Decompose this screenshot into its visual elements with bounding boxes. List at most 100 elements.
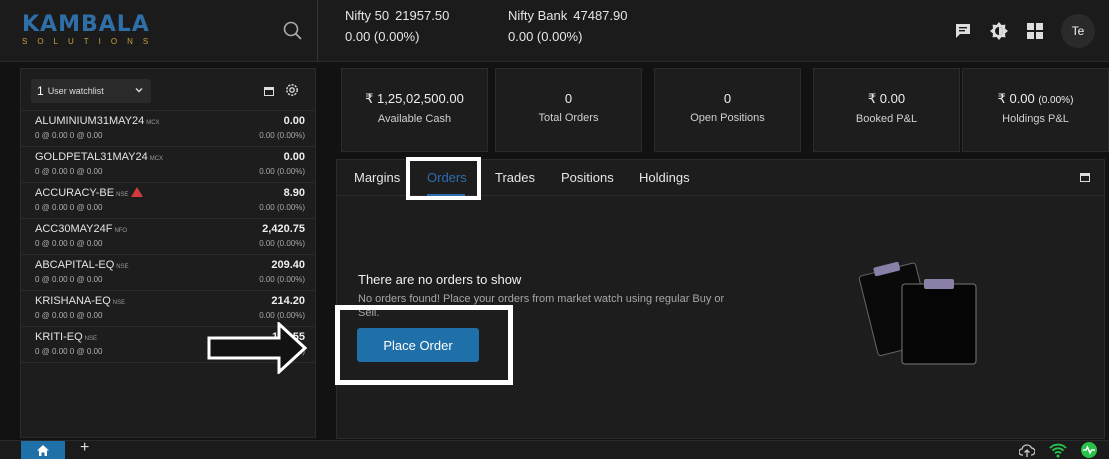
last-price: 8.90 (283, 187, 305, 199)
bid-ask: 0 @ 0.00 0 @ 0.00 (35, 203, 103, 212)
card-value: ₹ 0.00 (867, 91, 906, 106)
exchange-tag: MCX (146, 120, 160, 126)
price-change: 0.00 (0.00%) (259, 275, 305, 284)
watchlist-panel: 1 User watchlist ALUMINIUM31MAY24 MCX 0 @ … (20, 68, 316, 438)
settings-gear-icon[interactable] (284, 82, 300, 103)
apps-grid-icon[interactable] (1025, 21, 1045, 41)
exchange-tag: MCX (149, 156, 164, 162)
instrument-symbol: ABCAPITAL-EQ NSE (35, 259, 129, 271)
card-value: 0 (564, 91, 573, 106)
instrument-symbol: KRITI-EQ NSE (35, 331, 97, 343)
symbol-name: KRITI-EQ (35, 331, 83, 343)
tab-holdings[interactable]: Holdings (639, 170, 690, 185)
symbol-name: ABCAPITAL-EQ (35, 259, 115, 271)
last-price: 0.00 (283, 115, 305, 127)
exchange-tag: NSE (112, 300, 126, 306)
symbol-name: ACC30MAY24F (35, 223, 113, 235)
ticker-nifty-50[interactable]: Nifty 50 21957.50 0.00 (0.00%) (345, 8, 449, 44)
instrument-symbol: ALUMINIUM31MAY24 MCX (35, 115, 160, 127)
last-price: 2,420.75 (262, 223, 305, 235)
price-change: 0.00 (0.00%) (259, 311, 305, 320)
maximize-icon[interactable] (1080, 173, 1090, 182)
card-holdings-pnl: ₹ 0.00 (0.00%) Holdings P&L (962, 68, 1109, 152)
wifi-icon (1049, 443, 1067, 458)
card-caption: Total Orders (538, 112, 599, 124)
watchlist-row[interactable]: ACCURACY-BE NSE 0 @ 0.00 0 @ 0.00 8.90 0.00 … (21, 183, 315, 219)
brand-tagline: SOLUTIONS (22, 37, 159, 46)
tab-trades[interactable]: Trades (495, 170, 535, 185)
price-change: 0.00 (0.00%) (259, 167, 305, 176)
watchlist-row[interactable]: ALUMINIUM31MAY24 MCX 0 @ 0.00 0 @ 0.00 0.00… (21, 111, 315, 147)
instrument-symbol: ACCURACY-BE NSE (35, 187, 144, 199)
card-caption: Available Cash (377, 113, 452, 125)
last-price: 214.20 (271, 295, 305, 307)
clipboard-illustration-icon (850, 256, 980, 371)
watchlist-row[interactable]: GOLDPETAL31MAY24 MCX 0 @ 0.00 0 @ 0.00 0.00… (21, 147, 315, 183)
empty-state-title: There are no orders to show (358, 272, 522, 287)
tab-margins[interactable]: Margins (354, 170, 400, 185)
bid-ask: 0 @ 0.00 0 @ 0.00 (35, 311, 103, 320)
ticker-nifty-bank[interactable]: Nifty Bank 47487.90 0.00 (0.00%) (508, 8, 627, 44)
orders-panel: Margins Orders Trades Positions Holdings… (336, 159, 1105, 439)
ticker-name: Nifty Bank (508, 8, 568, 23)
highlight-place-order (335, 305, 513, 385)
ticker-change: 0.00 (0.00%) (508, 29, 583, 44)
bid-ask: 0 @ 0.00 0 @ 0.00 (35, 239, 103, 248)
watchlist-number: 1 (37, 84, 44, 98)
card-value: ₹ 0.00 (997, 91, 1035, 106)
card-booked-pnl: ₹ 0.00 Booked P&L (813, 68, 960, 152)
symbol-name: ALUMINIUM31MAY24 (35, 115, 145, 127)
watchlist-label: User watchlist (47, 86, 104, 96)
brand-name: KAMBALA (22, 12, 150, 37)
watchlist-header: 1 User watchlist (21, 69, 315, 111)
status-icons (1019, 442, 1097, 458)
price-change: 0.00 (0.00%) (259, 203, 305, 212)
chevron-down-icon (135, 85, 143, 97)
watchlist-row[interactable]: ACC30MAY24F NFO 0 @ 0.00 0 @ 0.00 2,420.75 0… (21, 219, 315, 255)
maximize-icon[interactable] (264, 87, 274, 96)
user-avatar[interactable]: Te (1061, 14, 1095, 48)
theme-toggle-icon[interactable] (989, 21, 1009, 41)
symbol-name: KRISHANA-EQ (35, 295, 111, 307)
price-change: 0.00 (0.00%) (259, 131, 305, 140)
exchange-tag: NSE (116, 192, 129, 198)
header-divider (317, 0, 318, 62)
watchlist-selector[interactable]: 1 User watchlist (31, 79, 151, 103)
instrument-symbol: GOLDPETAL31MAY24 MCX (35, 151, 163, 163)
add-watchlist-button[interactable]: + (80, 439, 89, 457)
card-value: 0 (723, 91, 732, 106)
card-available-cash: ₹ 1,25,02,500.00 Available Cash (341, 68, 488, 152)
card-value: ₹ 1,25,02,500.00 (365, 91, 464, 106)
bid-ask: 0 @ 0.00 0 @ 0.00 (35, 131, 103, 140)
ticker-name: Nifty 50 (345, 8, 390, 23)
home-icon (37, 445, 49, 456)
tab-positions[interactable]: Positions (561, 170, 614, 185)
exchange-tag: NSE (116, 264, 129, 270)
top-bar: KAMBALA SOLUTIONS Nifty 50 21957.50 0.00 … (0, 0, 1109, 62)
card-value-percent: (0.00%) (1038, 95, 1074, 106)
bid-ask: 0 @ 0.00 0 @ 0.00 (35, 167, 103, 176)
search-icon[interactable] (282, 20, 304, 42)
cloud-upload-icon[interactable] (1019, 442, 1035, 458)
symbol-name: GOLDPETAL31MAY24 (35, 151, 148, 163)
card-caption: Open Positions (690, 112, 765, 124)
bottom-bar: + (0, 439, 1109, 459)
instrument-symbol: ACC30MAY24F NFO (35, 223, 127, 235)
exchange-tag: NSE (84, 336, 98, 342)
card-caption: Booked P&L (855, 113, 918, 125)
last-price: 0.00 (283, 151, 305, 163)
symbol-name: ACCURACY-BE (35, 187, 115, 199)
bid-ask: 0 @ 0.00 0 @ 0.00 (35, 347, 103, 356)
brand-logo[interactable]: KAMBALA SOLUTIONS (22, 12, 152, 52)
card-caption: Holdings P&L (1002, 113, 1069, 125)
highlight-orders-tab (406, 157, 481, 200)
watchlist-row[interactable]: ABCAPITAL-EQ NSE 0 @ 0.00 0 @ 0.00 209.40 0.… (21, 255, 315, 291)
ticker-change: 0.00 (0.00%) (345, 29, 420, 44)
chat-icon[interactable] (953, 21, 973, 41)
home-button[interactable] (21, 441, 65, 459)
last-price: 209.40 (271, 259, 305, 271)
instrument-symbol: KRISHANA-EQ NSE (35, 295, 125, 307)
ticker-value: 47487.90 (573, 8, 628, 23)
bid-ask: 0 @ 0.00 0 @ 0.00 (35, 275, 103, 284)
activity-pulse-icon (1081, 442, 1097, 458)
